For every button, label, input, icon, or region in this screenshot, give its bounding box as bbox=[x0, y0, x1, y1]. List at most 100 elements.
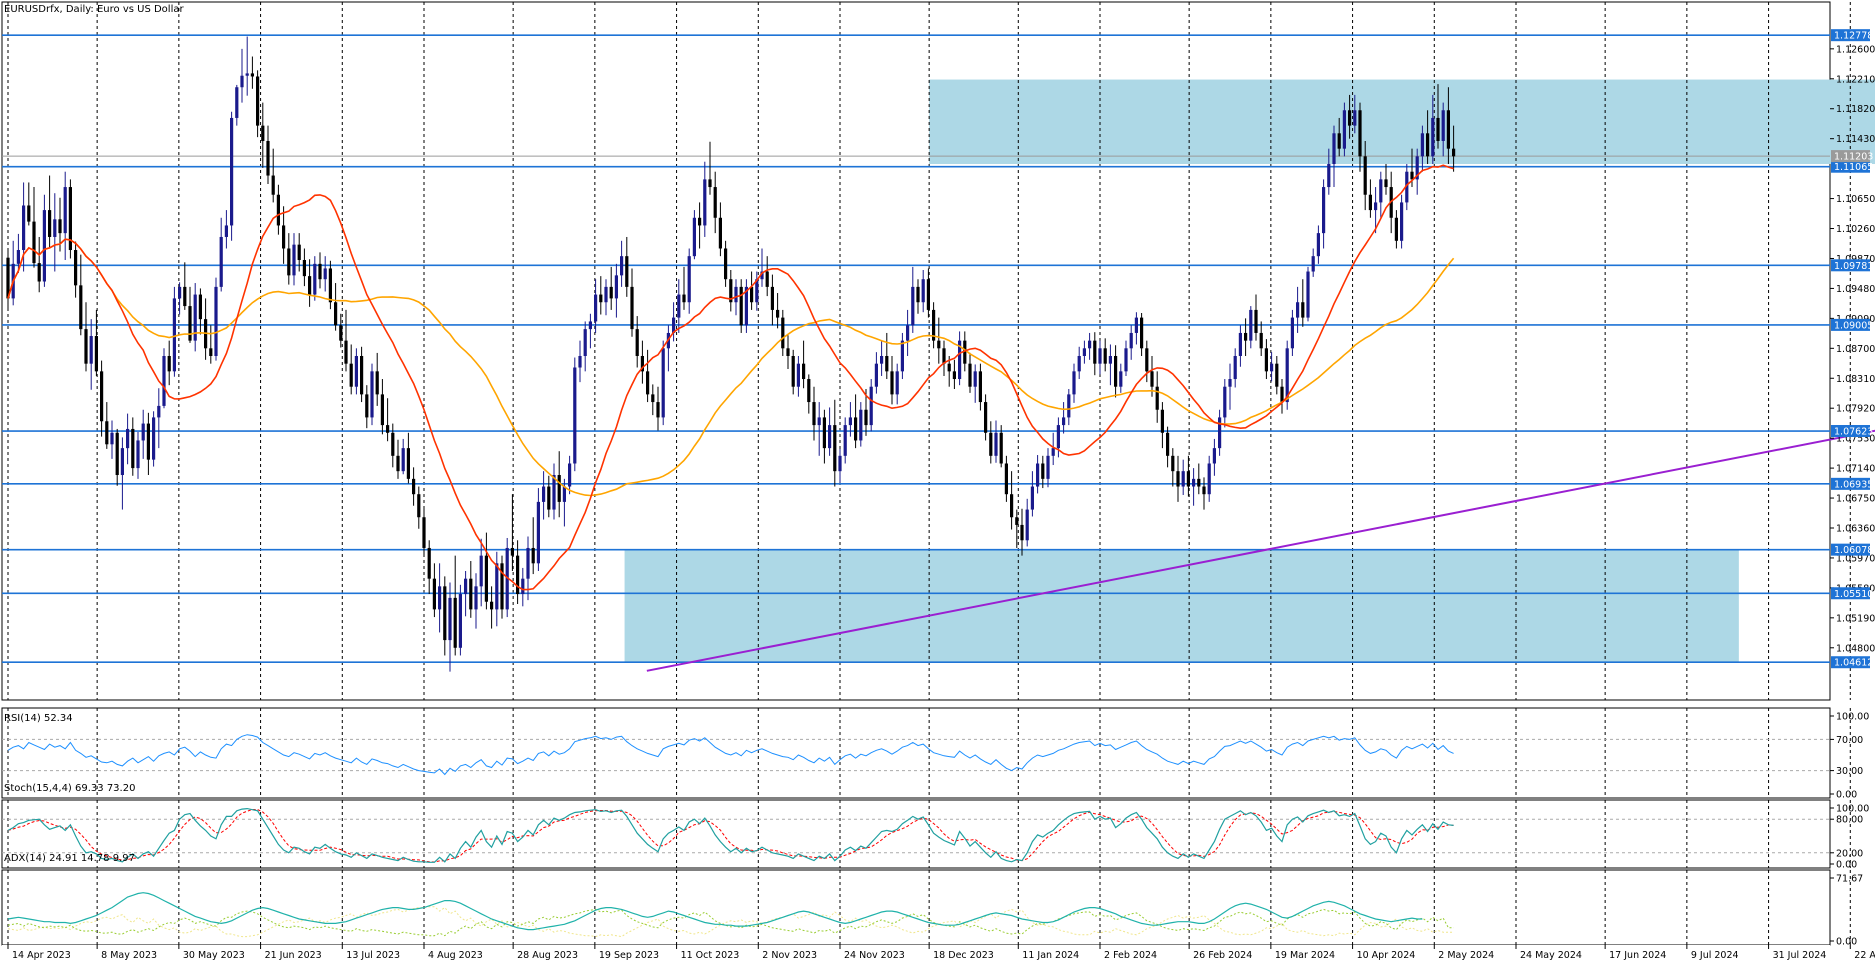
candle-body bbox=[1150, 371, 1154, 387]
price-tick-label: 1.07920 bbox=[1836, 404, 1875, 415]
candle-body bbox=[1394, 217, 1398, 241]
candle-body bbox=[698, 217, 702, 226]
rsi-label: RSI(14) 52.34 bbox=[4, 713, 73, 724]
candle-body bbox=[1119, 371, 1123, 387]
candle-body bbox=[1353, 110, 1357, 126]
candle-body bbox=[1041, 463, 1045, 479]
candle-body bbox=[302, 260, 306, 277]
candle-body bbox=[1316, 233, 1320, 257]
candle-body bbox=[578, 355, 582, 368]
candle-body bbox=[1124, 348, 1128, 372]
candle-body bbox=[131, 428, 135, 469]
candle-body bbox=[162, 355, 166, 406]
candle-body bbox=[869, 386, 873, 426]
candle-body bbox=[1067, 394, 1071, 418]
level-label: 1.12778 bbox=[1834, 31, 1873, 42]
candle-body bbox=[1192, 478, 1196, 487]
candle-body bbox=[1207, 463, 1211, 495]
candle-body bbox=[261, 125, 265, 141]
candle-body bbox=[739, 286, 743, 326]
candle-body bbox=[1363, 156, 1367, 195]
price-tick-label: 1.11820 bbox=[1836, 104, 1875, 115]
candle-body bbox=[906, 325, 910, 341]
candle-body bbox=[32, 221, 36, 264]
candle-body bbox=[1244, 332, 1248, 341]
candle-body bbox=[703, 179, 707, 226]
candle-body bbox=[1431, 117, 1435, 157]
stoch-tick-label: 100.00 bbox=[1836, 804, 1869, 815]
candle-body bbox=[1077, 355, 1081, 372]
candle-body bbox=[713, 187, 717, 218]
candle-body bbox=[53, 219, 57, 237]
candle-body bbox=[786, 348, 790, 356]
candle-body bbox=[1233, 355, 1237, 380]
candle-body bbox=[1114, 355, 1118, 387]
candle-body bbox=[1212, 448, 1216, 464]
candle-body bbox=[661, 348, 665, 418]
panel-frame bbox=[1, 707, 1831, 799]
price-tick-label: 1.09480 bbox=[1836, 284, 1875, 295]
candle-body bbox=[1051, 448, 1055, 456]
candle-body bbox=[1327, 164, 1331, 188]
rsi-tick-label: 0.00 bbox=[1836, 790, 1857, 801]
price-tick-label: 1.11430 bbox=[1836, 134, 1875, 145]
candle-body bbox=[256, 76, 260, 126]
candle-body bbox=[1322, 187, 1326, 234]
level-label: 1.05510 bbox=[1834, 589, 1873, 600]
candle-body bbox=[495, 563, 499, 610]
candle-body bbox=[271, 175, 275, 195]
time-label: 19 Sep 2023 bbox=[599, 950, 659, 961]
chart-canvas[interactable]: 1.12600 1.12210 1.11820 1.11430 1.10650 1.102… bbox=[0, 0, 1875, 965]
candle-body bbox=[391, 432, 395, 456]
candle-body bbox=[890, 371, 894, 395]
candle-body bbox=[432, 578, 436, 610]
candle-body bbox=[126, 428, 130, 449]
candle-body bbox=[885, 355, 889, 372]
resistance-zone[interactable] bbox=[929, 79, 1875, 165]
candle-body bbox=[526, 547, 530, 579]
level-label: 1.09781 bbox=[1834, 261, 1873, 272]
candle-body bbox=[1093, 340, 1097, 364]
candle-body bbox=[895, 371, 899, 395]
candle-body bbox=[1098, 348, 1102, 364]
candle-body bbox=[443, 586, 447, 641]
candle-body bbox=[1249, 309, 1253, 341]
candle-body bbox=[370, 371, 374, 418]
candle-body bbox=[1264, 348, 1268, 372]
candle-body bbox=[490, 601, 494, 610]
candle-body bbox=[146, 423, 150, 460]
candle-body bbox=[120, 448, 124, 476]
candle-body bbox=[1176, 471, 1180, 487]
candle-body bbox=[791, 355, 795, 387]
level-label: 1.07623 bbox=[1834, 427, 1873, 438]
stoch-tick-label: 0.00 bbox=[1836, 860, 1857, 871]
candle-body bbox=[646, 371, 650, 395]
candle-body bbox=[921, 279, 925, 303]
candle-body bbox=[136, 440, 140, 469]
candle-body bbox=[1056, 425, 1060, 449]
candle-body bbox=[453, 597, 457, 648]
candle-body bbox=[84, 329, 88, 364]
price-tick-label: 1.08700 bbox=[1836, 344, 1875, 355]
price-tick-label: 1.08310 bbox=[1836, 374, 1875, 385]
candle-body bbox=[167, 355, 171, 372]
candle-body bbox=[765, 271, 769, 287]
candle-body bbox=[942, 348, 946, 364]
rsi-tick-label: 30.00 bbox=[1836, 766, 1863, 777]
candle-body bbox=[843, 425, 847, 456]
trading-chart[interactable]: 1.12600 1.12210 1.11820 1.11430 1.10650 1.102… bbox=[0, 0, 1875, 965]
price-tick-label: 1.12600 bbox=[1836, 44, 1875, 55]
time-label: 18 Dec 2023 bbox=[933, 950, 994, 961]
candle-body bbox=[1160, 409, 1164, 433]
time-label: 17 Jun 2024 bbox=[1609, 950, 1666, 961]
candle-body bbox=[427, 547, 431, 579]
candle-body bbox=[770, 286, 774, 310]
candle-body bbox=[864, 409, 868, 426]
candle-body bbox=[1010, 494, 1014, 518]
rsi-tick-label: 70.00 bbox=[1836, 735, 1863, 746]
candle-body bbox=[620, 256, 624, 276]
candle-body bbox=[1129, 332, 1133, 349]
candle-body bbox=[1254, 309, 1258, 333]
candle-body bbox=[812, 402, 816, 426]
price-tick-label: 1.04800 bbox=[1836, 643, 1875, 654]
